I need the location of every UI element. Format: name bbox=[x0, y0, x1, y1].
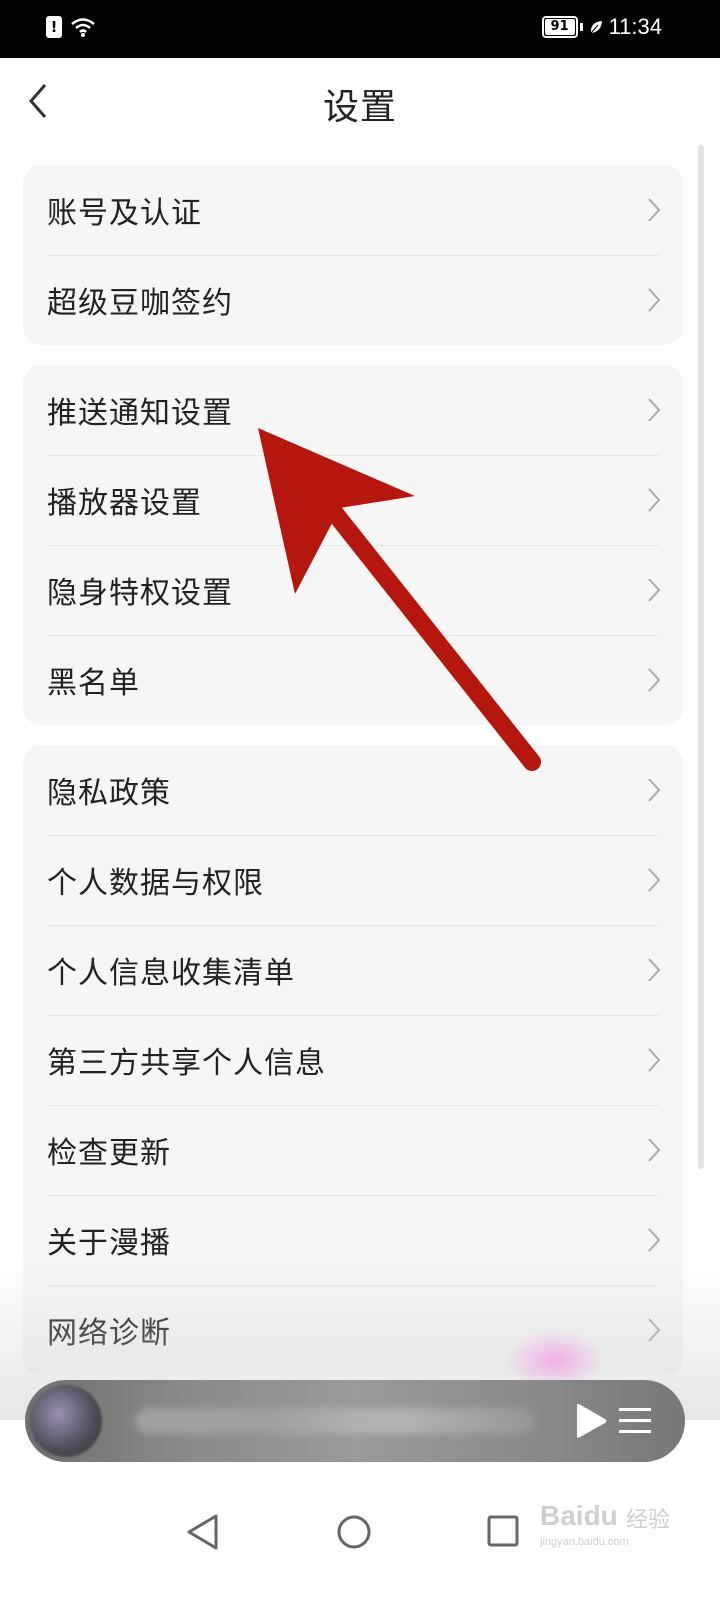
chevron-right-icon bbox=[648, 868, 661, 892]
watermark-brand: Baidu bbox=[540, 1500, 618, 1531]
player-track-info-blurred bbox=[135, 1408, 535, 1434]
settings-group-preferences: 推送通知设置 播放器设置 隐身特权设置 黑名单 bbox=[23, 365, 683, 725]
wifi-icon bbox=[71, 18, 95, 37]
player-cover-art[interactable] bbox=[30, 1385, 102, 1457]
chevron-right-icon bbox=[648, 1138, 661, 1162]
settings-item-label: 第三方共享个人信息 bbox=[47, 1046, 326, 1081]
chevron-right-icon bbox=[648, 488, 661, 512]
settings-item-third-party-sharing[interactable]: 第三方共享个人信息 bbox=[23, 1015, 683, 1105]
settings-item-label: 个人数据与权限 bbox=[47, 866, 264, 901]
settings-item-check-update[interactable]: 检查更新 bbox=[23, 1105, 683, 1195]
scrollbar[interactable] bbox=[698, 145, 704, 1169]
chevron-right-icon bbox=[648, 1318, 661, 1342]
chevron-right-icon bbox=[648, 668, 661, 692]
settings-group-privacy: 隐私政策 个人数据与权限 个人信息收集清单 第三方共享个人信息 检查更新 关于漫… bbox=[23, 745, 683, 1375]
settings-item-label: 推送通知设置 bbox=[47, 396, 233, 431]
chevron-right-icon bbox=[648, 1048, 661, 1072]
playlist-icon[interactable] bbox=[617, 1404, 653, 1438]
settings-item-account-auth[interactable]: 账号及认证 bbox=[23, 165, 683, 255]
settings-item-personal-data[interactable]: 个人数据与权限 bbox=[23, 835, 683, 925]
settings-item-info-collection[interactable]: 个人信息收集清单 bbox=[23, 925, 683, 1015]
settings-item-about[interactable]: 关于漫播 bbox=[23, 1195, 683, 1285]
chevron-right-icon bbox=[648, 288, 661, 312]
page-title: 设置 bbox=[322, 87, 397, 128]
settings-item-label: 黑名单 bbox=[47, 666, 140, 701]
settings-item-label: 隐身特权设置 bbox=[47, 576, 233, 611]
watermark-suffix: 经验 bbox=[626, 1508, 671, 1533]
settings-item-label: 账号及认证 bbox=[47, 196, 202, 231]
chevron-right-icon bbox=[648, 398, 661, 422]
status-left: ! bbox=[46, 16, 96, 38]
nav-home-icon[interactable] bbox=[336, 1512, 372, 1552]
settings-item-label: 检查更新 bbox=[47, 1136, 171, 1171]
settings-item-label: 个人信息收集清单 bbox=[47, 956, 295, 991]
mini-player[interactable] bbox=[25, 1380, 685, 1462]
settings-item-label: 超级豆咖签约 bbox=[47, 286, 233, 321]
clock: 11:34 bbox=[608, 14, 662, 39]
battery-tip bbox=[579, 23, 583, 31]
chevron-right-icon bbox=[648, 198, 661, 222]
status-right: 91 11:34 bbox=[541, 14, 662, 40]
settings-item-stealth[interactable]: 隐身特权设置 bbox=[23, 545, 683, 635]
chevron-right-icon bbox=[648, 1228, 661, 1252]
battery-level: 91 bbox=[550, 19, 569, 34]
settings-item-label: 隐私政策 bbox=[47, 776, 171, 811]
play-icon[interactable] bbox=[573, 1401, 609, 1441]
nav-recent-apps-icon[interactable] bbox=[486, 1514, 520, 1548]
settings-item-push-notification[interactable]: 推送通知设置 bbox=[23, 365, 683, 455]
watermark: Baidu 经验 jingyan.baidu.com bbox=[540, 1494, 680, 1554]
leaf-icon bbox=[590, 21, 602, 34]
battery-icon: 91 bbox=[541, 16, 578, 38]
settings-item-player[interactable]: 播放器设置 bbox=[23, 455, 683, 545]
status-bar: ! 91 11:34 bbox=[0, 0, 720, 58]
settings-item-label: 网络诊断 bbox=[47, 1316, 171, 1351]
alert-icon: ! bbox=[46, 16, 62, 38]
nav-back-icon[interactable] bbox=[184, 1512, 220, 1552]
chevron-right-icon bbox=[648, 578, 661, 602]
settings-item-label: 播放器设置 bbox=[47, 486, 202, 521]
chevron-right-icon bbox=[648, 778, 661, 802]
settings-item-label: 关于漫播 bbox=[47, 1226, 171, 1261]
chevron-right-icon bbox=[648, 958, 661, 982]
settings-item-super-douka-contract[interactable]: 超级豆咖签约 bbox=[23, 255, 683, 345]
settings-item-privacy-policy[interactable]: 隐私政策 bbox=[23, 745, 683, 835]
settings-group-account: 账号及认证 超级豆咖签约 bbox=[23, 165, 683, 345]
settings-item-blacklist[interactable]: 黑名单 bbox=[23, 635, 683, 725]
watermark-url: jingyan.baidu.com bbox=[540, 1536, 629, 1548]
header: 设置 bbox=[0, 58, 720, 148]
